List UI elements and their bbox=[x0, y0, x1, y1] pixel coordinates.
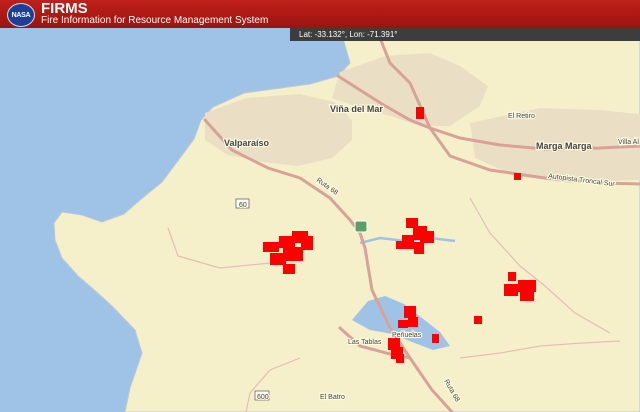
fire-hotspot bbox=[404, 306, 416, 318]
fire-hotspot bbox=[514, 173, 521, 180]
fire-hotspot bbox=[420, 231, 434, 243]
route-shield-600-label: 600 bbox=[257, 394, 269, 401]
label-villa-alemana: Villa Al bbox=[618, 139, 639, 146]
fire-hotspot bbox=[520, 292, 534, 301]
nasa-logo[interactable]: NASA bbox=[7, 3, 35, 27]
fire-hotspot bbox=[414, 242, 424, 254]
route-shield-68 bbox=[354, 220, 368, 233]
label-vina-del-mar: Viña del Mar bbox=[330, 104, 383, 114]
header-bar: NASA FIRMS Fire Information for Resource… bbox=[0, 0, 640, 28]
route-shield-f60-label: 60 bbox=[239, 202, 247, 209]
label-las-tablas: Las Tablas bbox=[348, 339, 382, 346]
label-penuelas: Peñuelas bbox=[392, 332, 422, 339]
coordinate-readout: Lat: -33.132°, Lon: -71.391° bbox=[290, 28, 640, 41]
fire-hotspot bbox=[408, 317, 418, 327]
fire-hotspot bbox=[283, 247, 303, 261]
app-subtitle: Fire Information for Resource Management… bbox=[41, 15, 269, 26]
fire-hotspot bbox=[474, 316, 482, 324]
fire-hotspot bbox=[396, 241, 404, 249]
fire-hotspot bbox=[416, 107, 424, 119]
label-el-retiro: El Retiro bbox=[508, 113, 535, 120]
label-marga-marga: Marga Marga bbox=[536, 141, 593, 151]
fire-hotspot bbox=[398, 320, 408, 328]
fire-hotspot bbox=[301, 236, 313, 250]
fire-hotspot bbox=[263, 242, 279, 252]
fire-hotspot bbox=[518, 280, 536, 292]
fire-hotspot bbox=[508, 272, 516, 281]
map-canvas[interactable]: 60 600 Viña del Mar Valparaíso El Retiro… bbox=[0, 28, 640, 412]
label-el-batro: El Batro bbox=[320, 394, 345, 401]
fire-hotspot bbox=[504, 284, 518, 296]
label-valparaiso: Valparaíso bbox=[224, 138, 270, 148]
fire-hotspot bbox=[283, 264, 295, 274]
fire-hotspot bbox=[396, 354, 404, 363]
fire-hotspot bbox=[432, 334, 439, 343]
